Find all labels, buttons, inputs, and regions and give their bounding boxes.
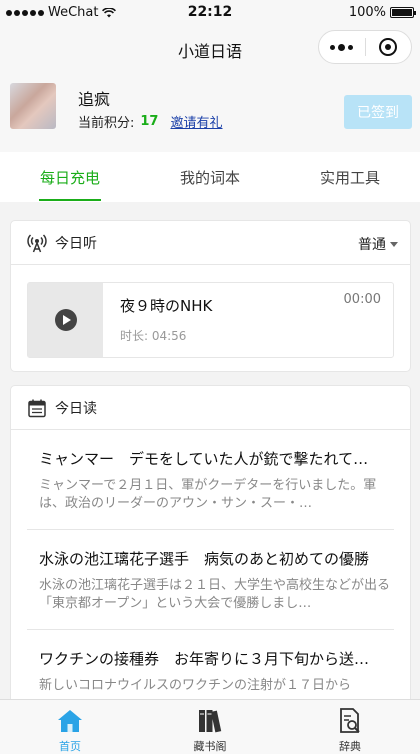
status-right: 100% [348,5,416,20]
calendar-icon [27,398,47,418]
audio-current-time: 00:00 [343,292,381,307]
more-options-icon[interactable] [319,43,365,51]
bottom-tab-bar: 首页 藏书阁 辞典 [0,699,420,754]
article-title: 水泳の池江璃花子選手 病気のあと初めての優勝 [39,550,370,568]
top-tabs: 每日充电 我的词本 实用工具 [0,152,420,202]
audio-duration: 时长: 04:56 [120,329,187,343]
dictionary-search-icon [340,708,360,733]
listen-card-header: 今日听 普通 [11,221,410,265]
invite-link[interactable]: 邀请有礼 [170,112,222,131]
audio-title: 夜９時のNHK [120,297,213,315]
bottom-tab-library[interactable]: 藏书阁 [140,700,280,754]
audio-player[interactable]: 夜９時のNHK 时长: 04:56 00:00 [27,282,394,358]
listen-card: 今日听 普通 夜９時のNHK 时长: 04:56 00:00 [10,220,411,372]
audio-thumbnail [28,283,103,357]
article-excerpt: 水泳の池江璃花子選手は２１日、大学生や高校生などが出る「東京都オープン」という大… [39,578,391,611]
bottom-tab-label: 辞典 [339,740,361,753]
battery-percent: 100% [348,5,386,20]
caret-down-icon [390,241,398,247]
article-excerpt: ミャンマーで２月１日、軍がクーデターを行いました。軍は、政治のリーダーのアウン・… [39,478,377,511]
listen-card-title: 今日听 [55,235,97,252]
books-icon [199,710,222,733]
bottom-tab-dictionary[interactable]: 辞典 [280,700,420,754]
tab-my-wordbook[interactable]: 我的词本 [140,152,280,202]
tab-daily-charge[interactable]: 每日充电 [0,152,140,202]
close-miniprogram-icon[interactable] [366,38,412,56]
points-label: 当前积分: [78,116,135,131]
profile-section: 追疯 当前积分: 17 邀请有礼 已签到 [0,72,420,152]
article-title: ミャンマー デモをしていた人が銃で撃たれて… [39,450,369,468]
read-card-title: 今日读 [55,400,97,417]
tab-tools[interactable]: 实用工具 [280,152,420,202]
read-card: 今日读 ミャンマー デモをしていた人が銃で撃たれて… ミャンマーで２月１日、軍が… [10,385,411,715]
signin-button[interactable]: 已签到 [344,95,412,129]
bottom-tab-label: 首页 [59,740,81,753]
bottom-tab-home[interactable]: 首页 [0,700,140,754]
status-bar: WeChat 22:12 100% [0,0,420,24]
battery-icon [390,7,416,18]
miniprogram-capsule [318,30,412,64]
read-card-header: 今日读 [11,386,410,430]
level-value: 普通 [358,237,386,253]
level-dropdown[interactable]: 普通 [358,234,398,254]
list-item[interactable]: 水泳の池江璃花子選手 病気のあと初めての優勝 水泳の池江璃花子選手は２１日、大学… [27,530,394,630]
home-icon [58,710,82,732]
points-value: 17 [140,114,159,129]
article-title: ワクチンの接種券 お年寄りに３月下旬から送… [39,650,370,668]
bottom-tab-label: 藏书阁 [193,740,227,753]
article-list: ミャンマー デモをしていた人が銃で撃たれて… ミャンマーで２月１日、軍がクーデタ… [11,430,410,730]
nav-bar: 小道日语 [0,24,420,72]
points-row: 当前积分: 17 邀请有礼 [78,112,223,131]
radio-broadcast-icon [27,233,47,253]
play-icon[interactable] [54,309,77,331]
avatar[interactable] [10,83,56,129]
list-item[interactable]: ミャンマー デモをしていた人が銃で撃たれて… ミャンマーで２月１日、軍がクーデタ… [27,430,394,530]
username: 追疯 [78,90,111,109]
